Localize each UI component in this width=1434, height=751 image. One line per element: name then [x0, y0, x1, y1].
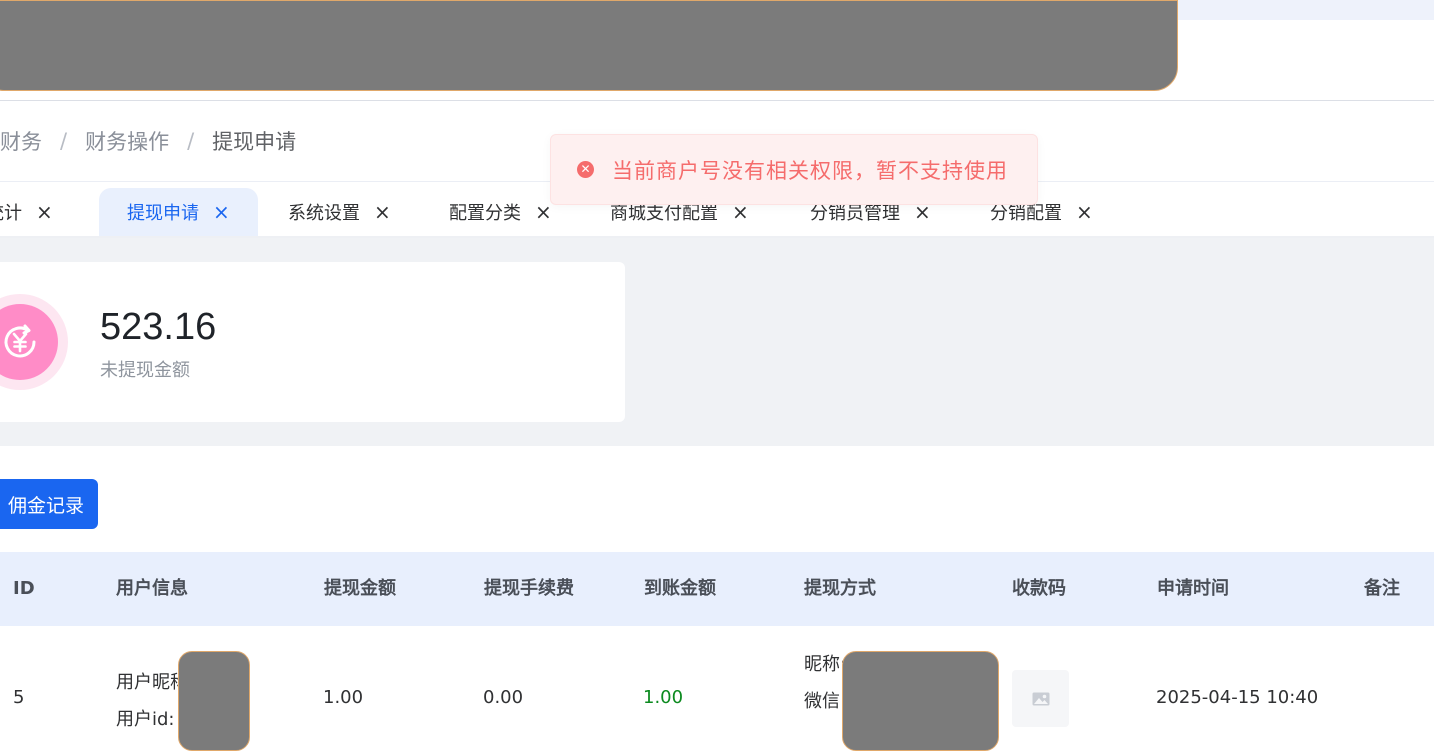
- table-header: ID 用户信息 提现金额 提现手续费 到账金额 提现方式 收款码 申请时间 备注: [0, 552, 1434, 626]
- breadcrumb-item-finance-ops[interactable]: 财务操作: [85, 126, 169, 156]
- close-icon[interactable]: ×: [36, 200, 53, 224]
- close-icon[interactable]: ×: [1076, 200, 1093, 224]
- tab-statistics[interactable]: 统计 ×: [0, 188, 53, 236]
- redacted-user-info: [178, 651, 250, 751]
- cell-method-nickname: 昵称:: [804, 654, 847, 675]
- column-header-amount: 提现金额: [324, 578, 396, 599]
- tab-label: 配置分类: [449, 203, 521, 224]
- column-header-received: 到账金额: [644, 578, 716, 599]
- stat-card: [0, 262, 625, 422]
- cell-user-id: 用户id:: [116, 709, 175, 730]
- tab-label: 统计: [0, 203, 22, 224]
- cell-amount: 1.00: [323, 687, 364, 708]
- column-header-id: ID: [13, 578, 35, 599]
- close-icon[interactable]: ×: [213, 200, 230, 224]
- breadcrumb-separator: /: [60, 129, 68, 153]
- tab-label: 系统设置: [288, 203, 360, 224]
- breadcrumb-item-current: 提现申请: [212, 130, 297, 154]
- cell-apply-time: 2025-04-15 10:40: [1156, 687, 1319, 708]
- stat-label: 未提现金额: [100, 360, 190, 381]
- tab-label: 提现申请: [127, 203, 199, 224]
- close-icon[interactable]: ×: [374, 200, 391, 224]
- image-placeholder-icon[interactable]: [1012, 670, 1069, 727]
- redacted-method-info: [842, 651, 999, 751]
- cell-received: 1.00: [643, 687, 684, 708]
- header-divider: [0, 100, 1434, 101]
- column-header-user-info: 用户信息: [116, 578, 188, 599]
- tab-config-category[interactable]: 配置分类 ×: [449, 188, 552, 236]
- stat-value: 523.16: [100, 306, 217, 348]
- breadcrumb: 财务 / 财务操作 / 提现申请: [0, 126, 296, 156]
- error-toast: ✕ 当前商户号没有相关权限，暂不支持使用: [550, 134, 1038, 205]
- column-header-fee: 提现手续费: [484, 578, 574, 599]
- column-header-method: 提现方式: [804, 578, 876, 599]
- close-icon[interactable]: ×: [535, 200, 552, 224]
- column-header-time: 申请时间: [1157, 578, 1229, 599]
- tab-withdraw-apply[interactable]: 提现申请 ×: [99, 188, 258, 236]
- column-header-remark: 备注: [1364, 578, 1400, 599]
- tab-system-settings[interactable]: 系统设置 ×: [288, 188, 391, 236]
- error-circle-icon: ✕: [577, 161, 594, 178]
- cell-id: 5: [13, 687, 25, 708]
- toast-message: 当前商户号没有相关权限，暂不支持使用: [612, 158, 1008, 183]
- cell-method-type: 微信: [804, 691, 840, 712]
- cell-fee: 0.00: [483, 687, 524, 708]
- breadcrumb-separator: /: [187, 129, 195, 153]
- commission-record-button[interactable]: 佣金记录: [0, 479, 98, 529]
- breadcrumb-item-finance[interactable]: 财务: [0, 126, 42, 156]
- column-header-qr: 收款码: [1012, 578, 1066, 599]
- redacted-header: [0, 0, 1178, 91]
